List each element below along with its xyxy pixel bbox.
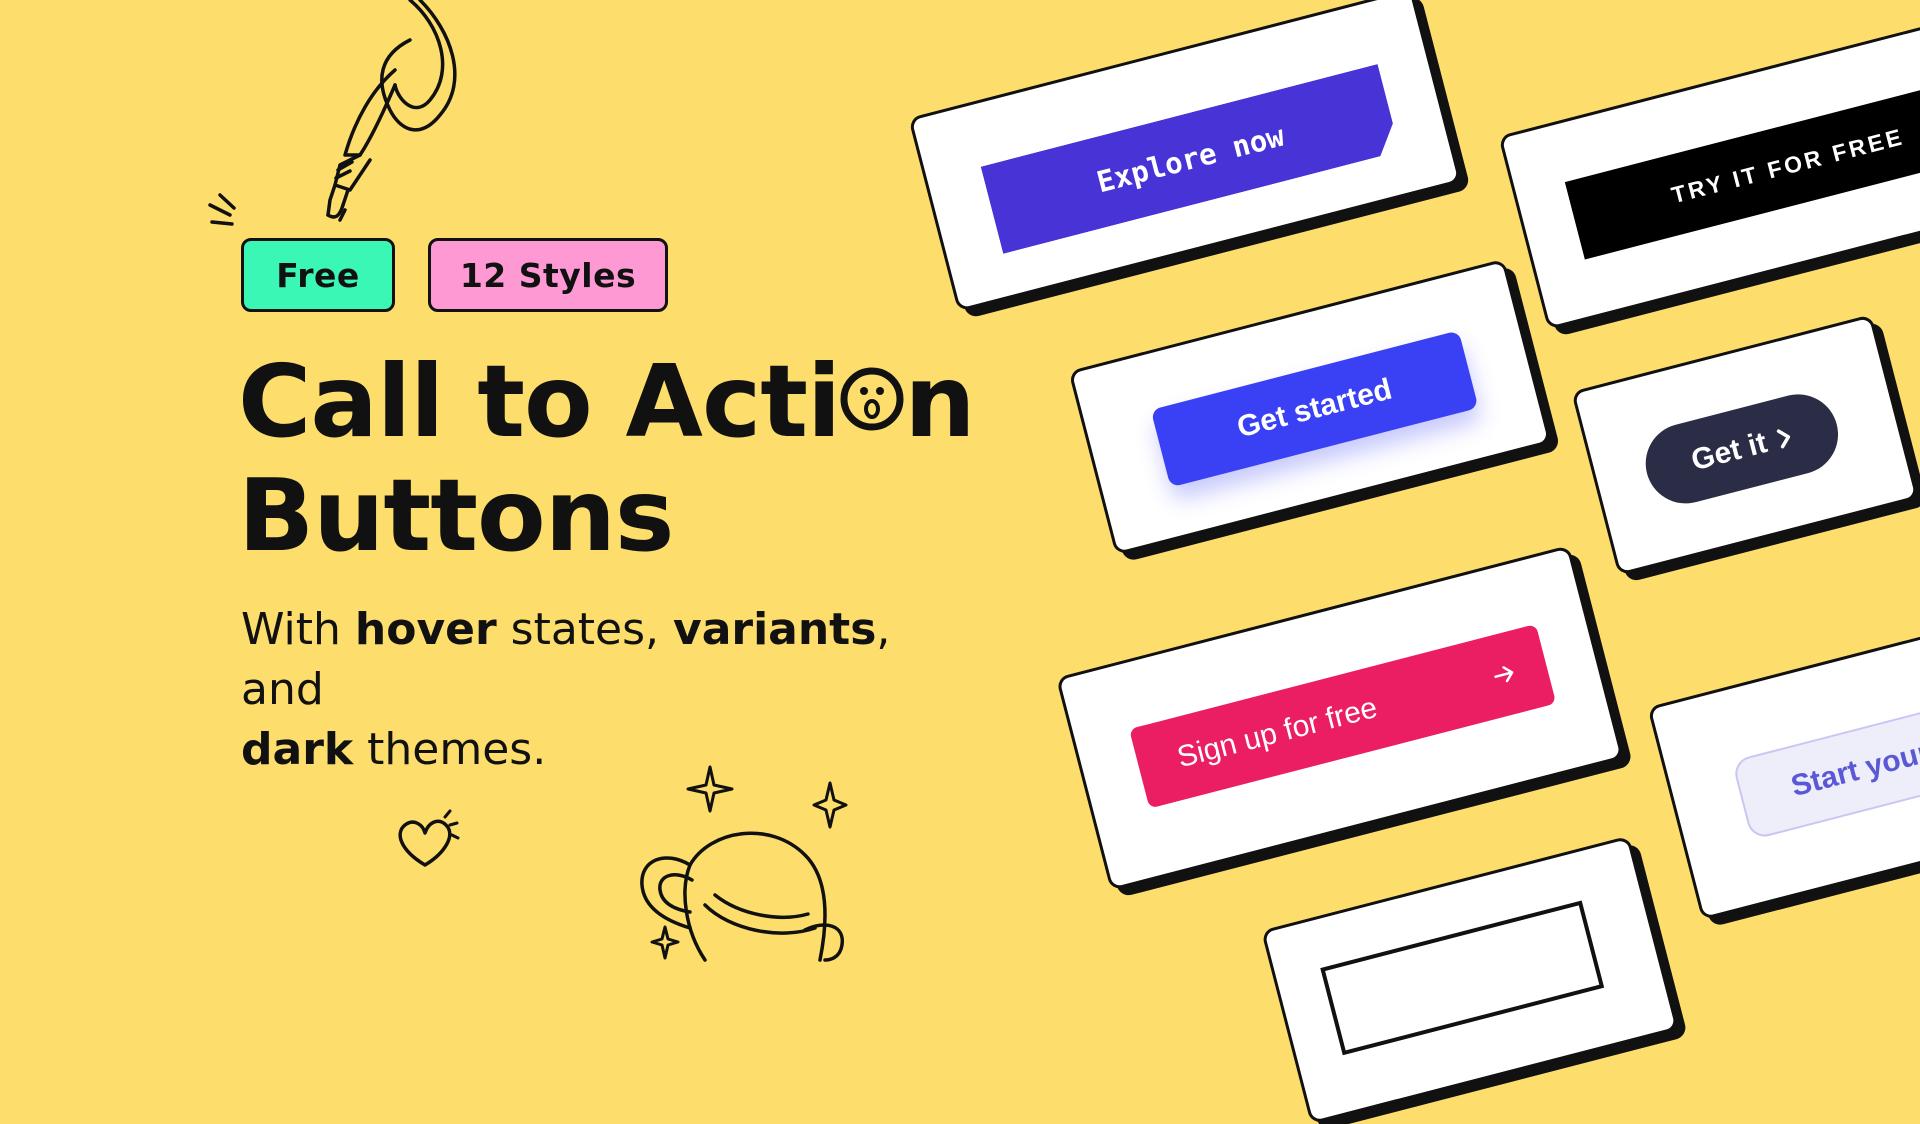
- sign-up-for-free-button[interactable]: Sign up for free: [1129, 624, 1557, 809]
- arrow-right-icon: [1494, 666, 1514, 683]
- card-explore: Explore now: [908, 0, 1462, 312]
- subtitle: With hover states, variants, and dark the…: [241, 600, 961, 780]
- trophy-doodle: [640, 831, 844, 962]
- free-badge-label: Free: [276, 255, 360, 295]
- bottom-button-outline: [1320, 900, 1605, 1056]
- subtitle-text: states,: [496, 604, 674, 655]
- chevron-right-icon: [1777, 429, 1791, 449]
- subtitle-bold: variants: [673, 604, 877, 655]
- card-try: TRY IT FOR FREE: [1498, 6, 1920, 330]
- get-it-label: Get it: [1687, 426, 1771, 478]
- subtitle-text: With: [241, 604, 355, 655]
- get-started-label: Get started: [1233, 372, 1396, 445]
- get-it-button[interactable]: Get it: [1636, 385, 1847, 513]
- free-badge: Free: [241, 238, 395, 312]
- explore-now-label: Explore now: [1093, 118, 1288, 200]
- try-it-for-free-button[interactable]: TRY IT FOR FREE: [1564, 71, 1920, 260]
- subtitle-bold: hover: [354, 604, 497, 655]
- title-text-2: n: [904, 343, 975, 460]
- page-title: Call to Acti n Buttons: [238, 343, 976, 574]
- subtitle-text: themes.: [353, 724, 547, 775]
- start-your-label: Start your: [1787, 735, 1920, 804]
- card-get-started: Get started: [1068, 258, 1552, 556]
- card-get-it: Get it: [1571, 314, 1919, 576]
- face-doodle: [840, 367, 904, 431]
- card-bottom: [1261, 835, 1679, 1124]
- title-line-2: Buttons: [238, 457, 674, 574]
- pointing-hand-doodle: [208, 0, 457, 226]
- title-line-1: Call to Acti n: [238, 343, 976, 460]
- title-text-1: Call to Acti: [238, 343, 841, 460]
- subtitle-bold: dark: [241, 724, 354, 775]
- try-it-for-free-label: TRY IT FOR FREE: [1668, 122, 1907, 208]
- card-start: Start your: [1647, 599, 1920, 921]
- sign-up-for-free-label: Sign up for free: [1173, 691, 1381, 775]
- get-started-button[interactable]: Get started: [1150, 330, 1479, 488]
- styles-badge-label: 12 Styles: [459, 255, 637, 295]
- styles-badge: 12 Styles: [428, 238, 668, 312]
- start-your-button[interactable]: Start your: [1731, 675, 1920, 841]
- card-sign-up: Sign up for free: [1055, 545, 1625, 891]
- explore-now-button[interactable]: Explore now: [981, 64, 1400, 254]
- heart-doodle: [398, 809, 460, 867]
